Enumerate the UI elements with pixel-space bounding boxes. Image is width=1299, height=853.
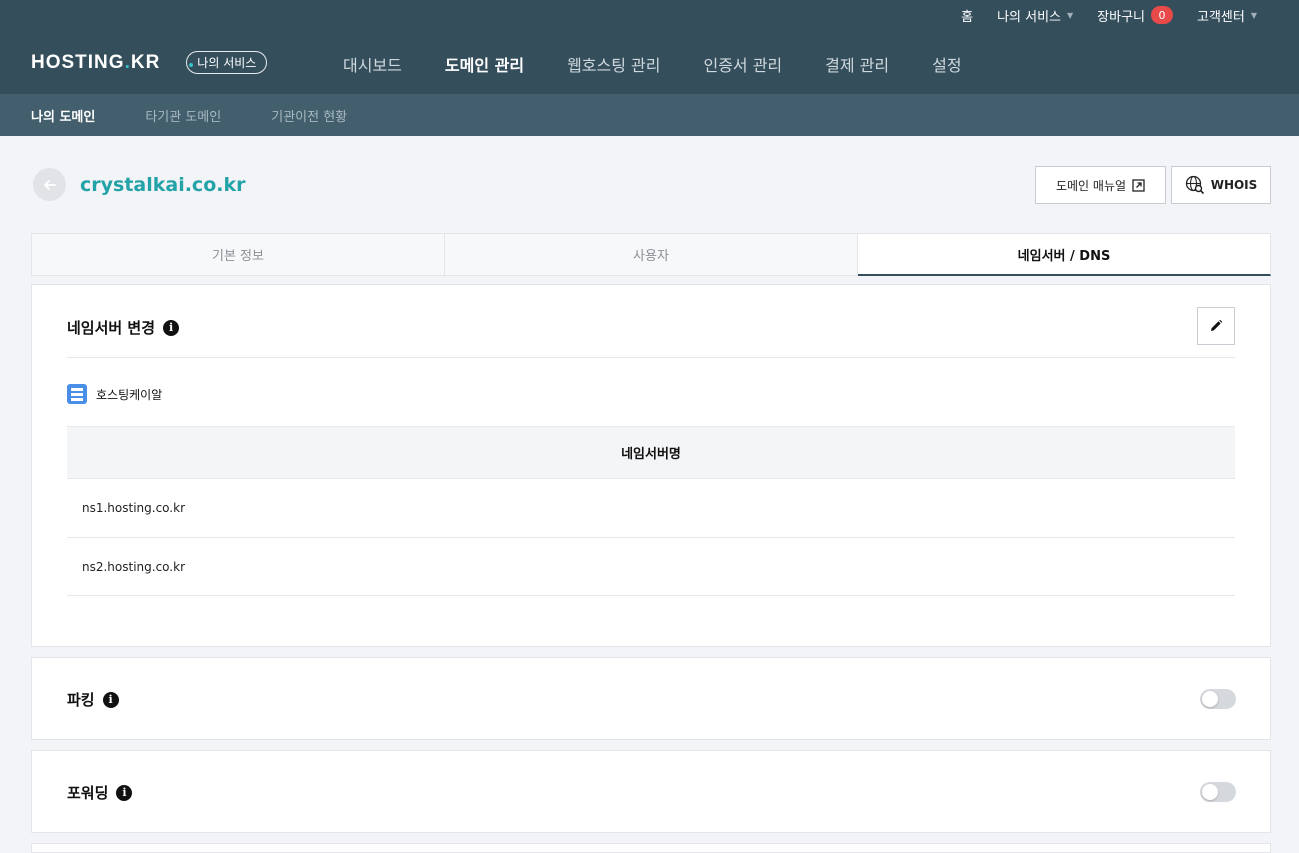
tab-users[interactable]: 사용자 <box>445 233 858 276</box>
table-row: ns2.hosting.co.kr <box>67 537 1235 596</box>
cart-count-badge: 0 <box>1151 6 1173 24</box>
parking-card: 파킹 i <box>31 657 1271 740</box>
caret-down-icon: ▼ <box>1067 10 1074 20</box>
forwarding-toggle[interactable] <box>1200 782 1236 802</box>
info-icon[interactable]: i <box>102 691 119 708</box>
back-button[interactable] <box>33 168 66 201</box>
external-link-icon <box>1132 178 1145 192</box>
parking-title-text: 파킹 <box>67 691 95 709</box>
hosting-kr-logo[interactable]: HOSTING.KR <box>31 52 160 74</box>
subnav-other-registrar-domains[interactable]: 타기관 도메인 <box>145 106 221 125</box>
util-home-link[interactable]: 홈 <box>961 6 973 25</box>
nav-dashboard[interactable]: 대시보드 <box>343 52 402 76</box>
forwarding-section-title: 포워딩 i <box>67 782 133 803</box>
util-my-services-menu[interactable]: 나의 서비스 ▼ <box>997 6 1073 25</box>
util-my-services-label: 나의 서비스 <box>997 9 1061 25</box>
main-nav: 대시보드 도메인 관리 웹호스팅 관리 인증서 관리 결제 관리 설정 <box>343 52 1005 76</box>
nav-certificate-management[interactable]: 인증서 관리 <box>703 52 782 76</box>
toggle-knob <box>1202 784 1218 800</box>
table-row: ns1.hosting.co.kr <box>67 478 1235 537</box>
provider-label: 호스팅케이알 <box>96 387 163 402</box>
pencil-icon <box>1211 319 1223 331</box>
logo-suffix-text: KR <box>130 51 161 73</box>
util-cart-label: 장바구니 <box>1097 9 1145 25</box>
domain-tabs: 기본 정보 사용자 네임서버 / DNS <box>31 233 1271 276</box>
parking-toggle[interactable] <box>1200 689 1236 709</box>
nav-settings[interactable]: 설정 <box>932 52 961 76</box>
info-icon[interactable]: i <box>116 784 133 801</box>
nameserver-card: 네임서버 변경 i 호스팅케이알 네임서버명 ns1.hosting.co.kr… <box>31 284 1271 647</box>
nav-domain-management[interactable]: 도메인 관리 <box>445 52 524 76</box>
table-header: 네임서버명 <box>67 426 1235 478</box>
toggle-knob <box>1202 691 1218 707</box>
caret-down-icon: ▼ <box>1250 10 1257 20</box>
tab-basic-info[interactable]: 기본 정보 <box>31 233 445 276</box>
nav-webhosting-management[interactable]: 웹호스팅 관리 <box>567 52 660 76</box>
forwarding-title-text: 포워딩 <box>67 784 109 802</box>
parking-section-title: 파킹 i <box>67 689 119 710</box>
globe-search-icon <box>1185 175 1204 195</box>
domain-manual-button[interactable]: 도메인 매뉴얼 <box>1035 166 1166 204</box>
util-cart-link[interactable]: 장바구니 0 <box>1097 6 1173 25</box>
whois-button[interactable]: WHOIS <box>1171 166 1271 204</box>
edit-nameserver-button[interactable] <box>1197 307 1235 345</box>
util-support-menu[interactable]: 고객센터 ▼ <box>1197 6 1257 25</box>
domain-title-row: crystalkai.co.kr 도메인 매뉴얼 WHOIS <box>0 136 1299 232</box>
domain-manual-label: 도메인 매뉴얼 <box>1055 178 1127 193</box>
nameserver-table: 네임서버명 ns1.hosting.co.kr ns2.hosting.co.k… <box>67 426 1235 596</box>
next-card-edge <box>31 843 1271 853</box>
sub-nav: 나의 도메인 타기관 도메인 기관이전 현황 <box>0 94 1299 136</box>
subnav-transfer-status[interactable]: 기관이전 현황 <box>271 106 347 125</box>
tab-nameserver-dns[interactable]: 네임서버 / DNS <box>858 233 1271 276</box>
utility-nav: 홈 나의 서비스 ▼ 장바구니 0 고객센터 ▼ <box>961 0 1299 30</box>
info-icon[interactable]: i <box>163 319 180 336</box>
arrow-left-icon <box>43 179 56 190</box>
server-icon <box>67 384 87 404</box>
whois-label: WHOIS <box>1210 178 1258 192</box>
util-home-label: 홈 <box>961 9 974 25</box>
nameserver-title-text: 네임서버 변경 <box>67 319 156 337</box>
util-support-label: 고객센터 <box>1197 9 1245 25</box>
brand: HOSTING.KR 나의 서비스 <box>31 51 268 74</box>
subnav-my-domains[interactable]: 나의 도메인 <box>31 106 95 125</box>
accent-dot-icon <box>189 63 193 67</box>
logo-main-text: HOSTING <box>31 51 125 73</box>
my-services-pill[interactable]: 나의 서비스 <box>186 51 268 74</box>
forwarding-card: 포워딩 i <box>31 750 1271 833</box>
nameserver-provider: 호스팅케이알 <box>67 384 162 404</box>
page-title: crystalkai.co.kr <box>80 174 246 196</box>
top-header: 홈 나의 서비스 ▼ 장바구니 0 고객센터 ▼ HOSTING.KR 나의 서비스 … <box>0 0 1299 94</box>
nav-billing-management[interactable]: 결제 관리 <box>825 52 889 76</box>
nameserver-section-title: 네임서버 변경 i <box>67 317 180 338</box>
nameserver-card-header: 네임서버 변경 i <box>67 285 1235 358</box>
